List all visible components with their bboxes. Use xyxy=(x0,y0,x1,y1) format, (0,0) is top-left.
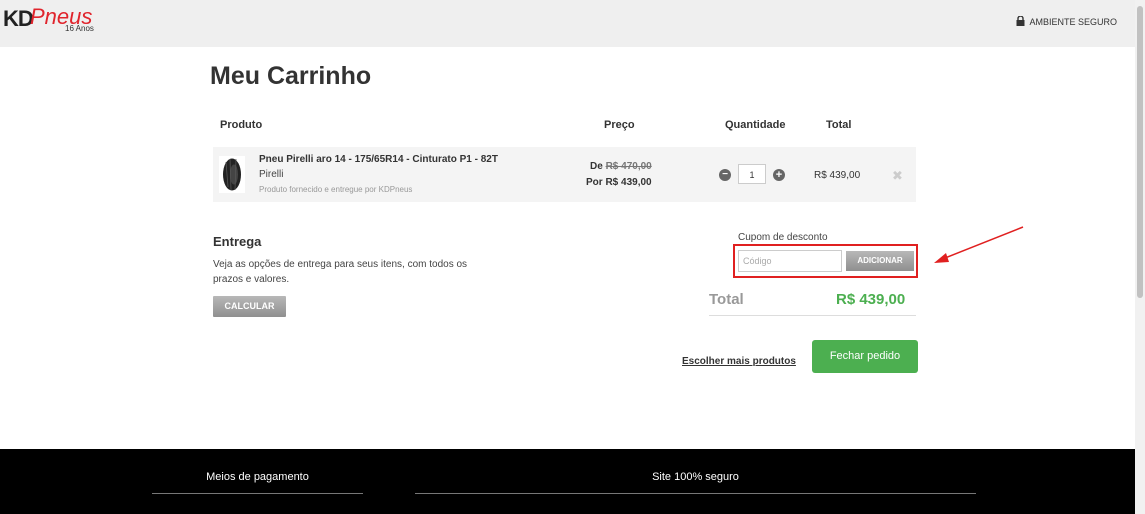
price-old-value: R$ 470,00 xyxy=(605,161,652,172)
footer-secure-title: Site 100% seguro xyxy=(652,471,739,483)
scrollbar-thumb[interactable] xyxy=(1137,6,1143,298)
total-value: R$ 439,00 xyxy=(836,291,906,308)
cupom-label: Cupom de desconto xyxy=(738,232,828,243)
footer-secure-divider xyxy=(415,493,976,494)
price-old-prefix: De xyxy=(590,161,603,172)
page-scrollbar[interactable] xyxy=(1135,0,1145,514)
quantity-input[interactable]: 1 xyxy=(738,164,766,184)
total-label: Total xyxy=(709,291,744,308)
header-produto: Produto xyxy=(220,119,263,131)
footer: Meios de pagamento Site 100% seguro xyxy=(0,449,1135,514)
top-bar: KD Pneus 16 Anos AMBIENTE SEGURO xyxy=(0,0,1135,47)
close-icon: ✖ xyxy=(892,168,903,183)
remove-item-button[interactable]: ✖ xyxy=(892,168,903,184)
line-total: R$ 439,00 xyxy=(814,170,861,181)
tire-image[interactable] xyxy=(219,156,245,193)
entrega-title: Entrega xyxy=(213,234,262,249)
logo-kd-text: KD xyxy=(3,6,34,31)
checkout-button[interactable]: Fechar pedido xyxy=(812,340,918,373)
quantity-increase-button[interactable]: + xyxy=(773,169,785,181)
entrega-description: Veja as opções de entrega para seus iten… xyxy=(213,259,468,285)
secure-environment: AMBIENTE SEGURO xyxy=(1016,15,1117,28)
plus-icon: + xyxy=(775,169,783,181)
minus-icon: − xyxy=(722,169,728,180)
header-preco: Preço xyxy=(604,119,635,131)
footer-payment-divider xyxy=(152,493,363,494)
product-name[interactable]: Pneu Pirelli aro 14 - 175/65R14 - Cintur… xyxy=(259,154,498,165)
footer-payment-title: Meios de pagamento xyxy=(206,471,309,483)
more-products-link[interactable]: Escolher mais produtos xyxy=(682,356,796,367)
quantity-decrease-button[interactable]: − xyxy=(719,169,731,181)
cart-item-row: Pneu Pirelli aro 14 - 175/65R14 - Cintur… xyxy=(213,147,916,202)
header-quantidade: Quantidade xyxy=(725,119,786,131)
arrow-annotation-icon xyxy=(934,226,1024,263)
adicionar-button[interactable]: ADICIONAR xyxy=(846,251,914,271)
calcular-button[interactable]: CALCULAR xyxy=(213,296,286,317)
header-total: Total xyxy=(826,119,852,131)
logo-anos-text: 16 Anos xyxy=(65,24,94,33)
product-brand: Pirelli xyxy=(259,169,284,180)
page-title: Meu Carrinho xyxy=(210,62,372,90)
total-divider xyxy=(709,315,916,316)
secure-label: AMBIENTE SEGURO xyxy=(1029,17,1117,27)
price-new: Por R$ 439,00 xyxy=(586,177,652,188)
product-note: Produto fornecido e entregue por KDPneus xyxy=(259,185,413,194)
lock-icon xyxy=(1016,15,1025,28)
price-old: De R$ 470,00 xyxy=(590,161,652,172)
cupom-code-input[interactable]: Código xyxy=(738,250,842,272)
